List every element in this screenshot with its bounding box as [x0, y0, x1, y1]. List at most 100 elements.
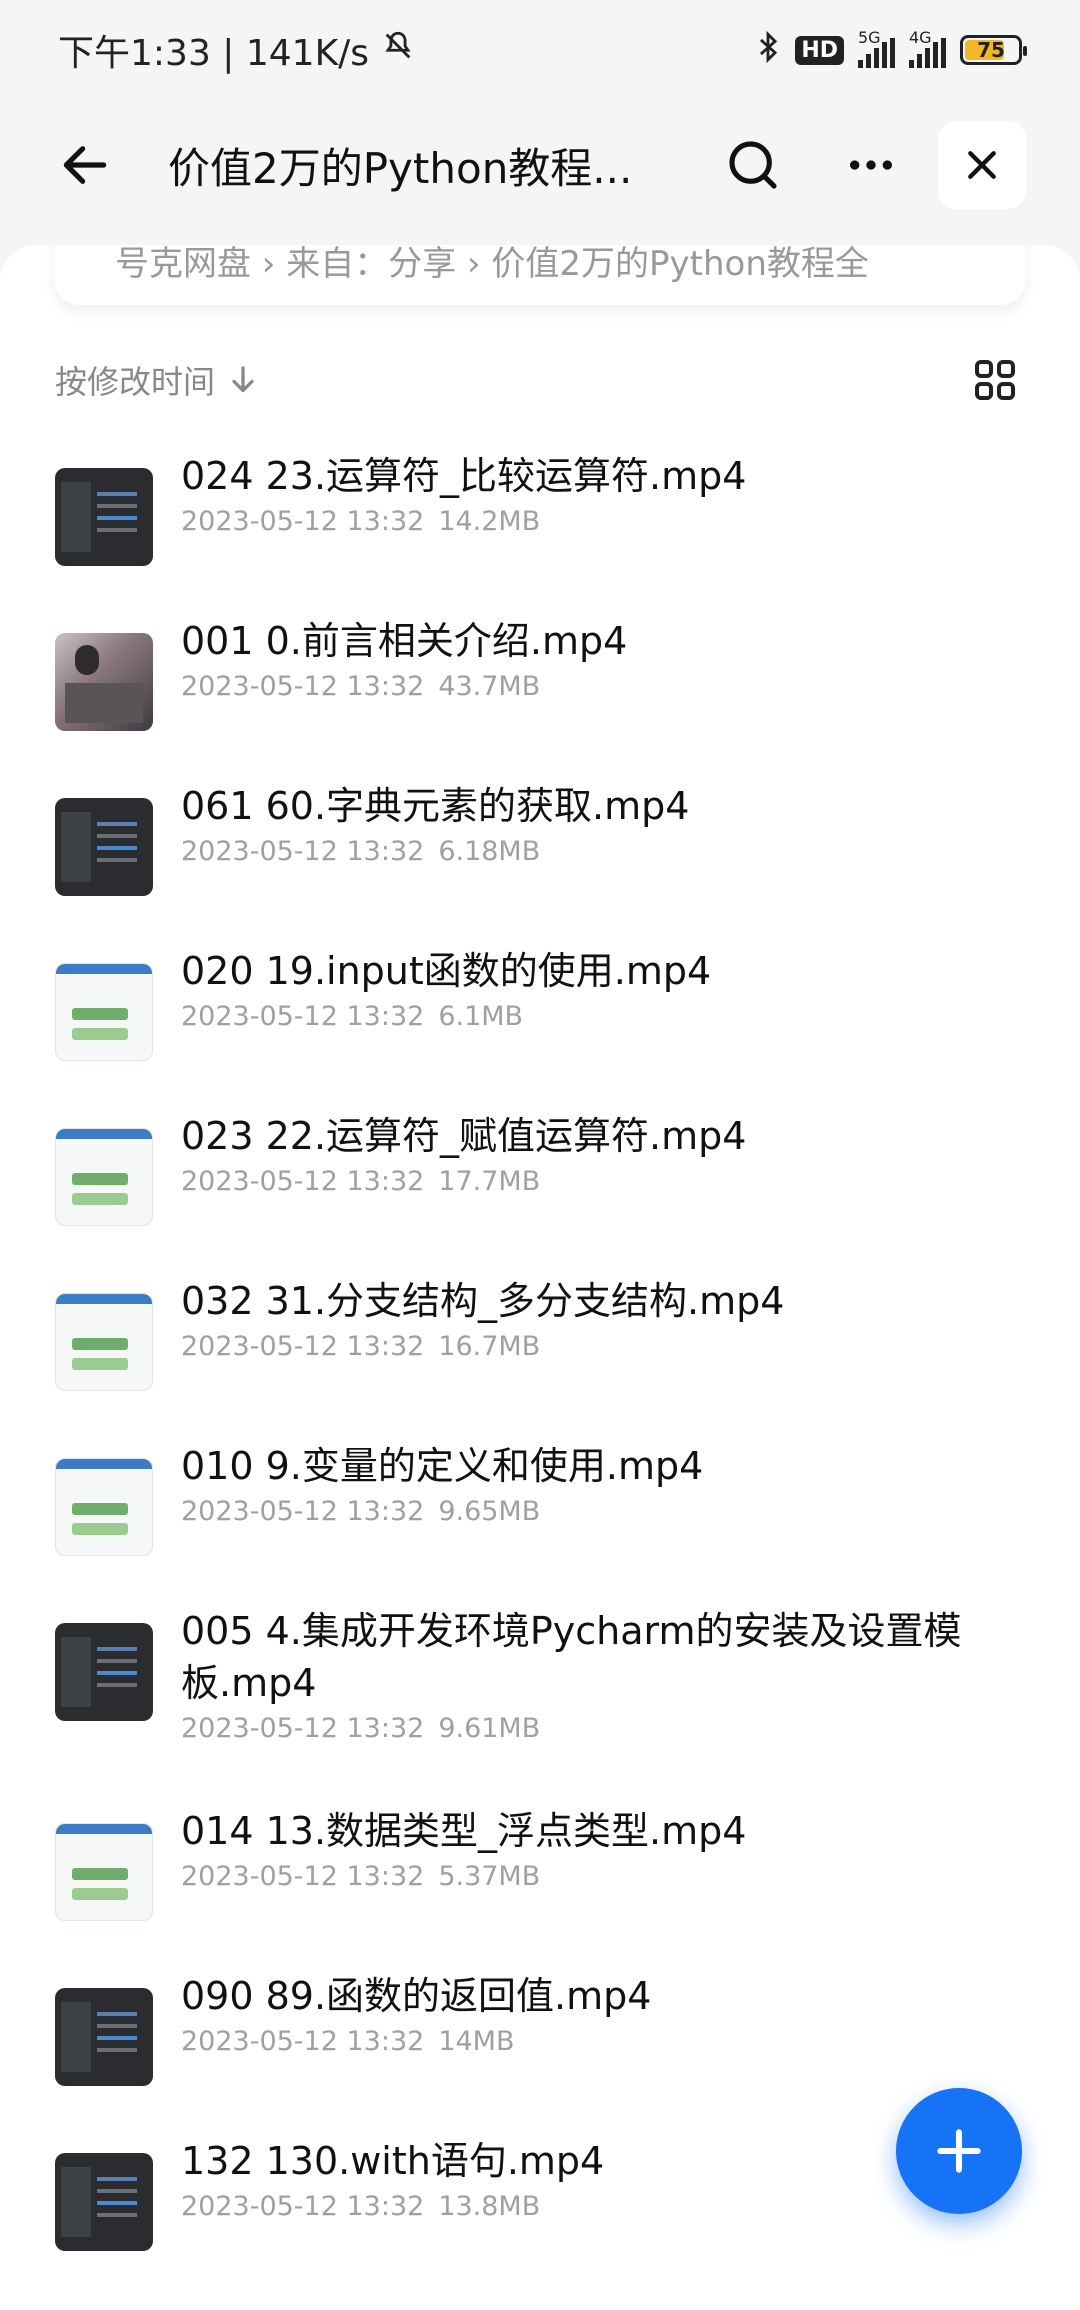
file-name: 020 19.input函数的使用.mp4	[181, 949, 712, 993]
file-size: 5.37MB	[438, 1861, 541, 1892]
file-row[interactable]: 061 60.字典元素的获取.mp4 2023-05-12 13:32 6.18MB	[0, 780, 1080, 945]
file-meta: 2023-05-12 13:32 6.18MB	[181, 836, 1080, 867]
file-row[interactable]: 023 22.运算符_赋值运算符.mp4 2023-05-12 13:32 17.7…	[0, 1110, 1080, 1275]
file-size: 9.65MB	[438, 1496, 541, 1527]
signal-4g-icon: 4G	[909, 28, 946, 68]
file-meta: 2023-05-12 13:32 17.7MB	[181, 1166, 1080, 1197]
file-date: 2023-05-12 13:32	[181, 2026, 425, 2057]
video-thumbnail	[55, 633, 153, 731]
file-row[interactable]: 001 0.前言相关介绍.mp4 2023-05-12 13:32 43.7MB	[0, 615, 1080, 780]
close-button[interactable]	[938, 121, 1026, 209]
file-list: 024 23.运算符_比较运算符.mp4 2023-05-12 13:32 14.2…	[0, 450, 1080, 2300]
file-name: 090 89.函数的返回值.mp4	[181, 1974, 652, 2018]
file-date: 2023-05-12 13:32	[181, 1713, 425, 1744]
page-title: 价值2万的Python教程...	[168, 143, 633, 193]
add-button[interactable]	[896, 2088, 1022, 2214]
file-text: 020 19.input函数的使用.mp4 2023-05-12 13:32 6.1…	[181, 945, 1080, 1032]
signal-5g-label: 5G	[858, 28, 881, 47]
file-date: 2023-05-12 13:32	[181, 1331, 425, 1362]
file-meta: 2023-05-12 13:32 6.1MB	[181, 1001, 1080, 1032]
file-name: 005 4.集成开发环境Pycharm的安装及设置模板.mp4	[181, 1609, 962, 1705]
battery-level: 75	[977, 38, 1005, 62]
back-button[interactable]	[40, 120, 130, 210]
file-text: 024 23.运算符_比较运算符.mp4 2023-05-12 13:32 14.2…	[181, 450, 1080, 537]
breadcrumb[interactable]: 号克网盘 › 来自：分享 › 价值2万的Python教程全	[55, 245, 1025, 305]
sort-row: 按修改时间	[55, 345, 1025, 415]
file-row[interactable]: 014 13.数据类型_浮点类型.mp4 2023-05-12 13:32 5.37…	[0, 1805, 1080, 1970]
video-thumbnail	[55, 1458, 153, 1556]
battery-icon: 75	[960, 35, 1027, 65]
file-date: 2023-05-12 13:32	[181, 836, 425, 867]
back-arrow-icon	[63, 146, 107, 184]
file-name: 024 23.运算符_比较运算符.mp4	[181, 454, 747, 498]
video-thumbnail	[55, 798, 153, 896]
file-row[interactable]: 024 23.运算符_比较运算符.mp4 2023-05-12 13:32 14.2…	[0, 450, 1080, 615]
file-name: 001 0.前言相关介绍.mp4	[181, 619, 628, 663]
video-thumbnail	[55, 963, 153, 1061]
file-date: 2023-05-12 13:32	[181, 1496, 425, 1527]
video-thumbnail	[55, 1128, 153, 1226]
file-name: 032 31.分支结构_多分支结构.mp4	[181, 1279, 785, 1323]
search-icon	[729, 141, 777, 189]
file-size: 6.1MB	[438, 1001, 524, 1032]
file-row[interactable]: 005 4.集成开发环境Pycharm的安装及设置模板.mp4 2023-05-1…	[0, 1605, 1080, 1805]
file-size: 17.7MB	[438, 1166, 541, 1197]
file-meta: 2023-05-12 13:32 9.65MB	[181, 1496, 1080, 1527]
file-text: 090 89.函数的返回值.mp4 2023-05-12 13:32 14MB	[181, 1970, 1080, 2057]
file-size: 13.8MB	[438, 2191, 541, 2222]
sort-label: 按修改时间	[55, 363, 216, 401]
arrow-down-icon	[232, 366, 254, 393]
file-meta: 2023-05-12 13:32 9.61MB	[181, 1713, 1080, 1744]
video-thumbnail	[55, 2153, 153, 2251]
hd-badge: HD	[795, 35, 844, 65]
more-button[interactable]	[826, 120, 916, 210]
file-name: 061 60.字典元素的获取.mp4	[181, 784, 690, 828]
file-date: 2023-05-12 13:32	[181, 2191, 425, 2222]
sort-button[interactable]: 按修改时间	[55, 357, 261, 403]
plus-icon	[937, 2129, 981, 2173]
app-bar: 价值2万的Python教程...	[0, 100, 1080, 230]
file-date: 2023-05-12 13:32	[181, 1001, 425, 1032]
status-left: 下午1:33 | 141K/s	[58, 24, 415, 76]
file-meta: 2023-05-12 13:32 14MB	[181, 2026, 1080, 2057]
file-date: 2023-05-12 13:32	[181, 671, 425, 702]
file-name: 023 22.运算符_赋值运算符.mp4	[181, 1114, 747, 1158]
file-size: 14.2MB	[438, 506, 541, 537]
file-size: 14MB	[438, 2026, 515, 2057]
content-sheet: 号克网盘 › 来自：分享 › 价值2万的Python教程全 按修改时间 024 …	[0, 245, 1080, 2310]
file-date: 2023-05-12 13:32	[181, 1166, 425, 1197]
bluetooth-icon	[755, 30, 781, 71]
file-name: 014 13.数据类型_浮点类型.mp4	[181, 1809, 747, 1853]
status-right: HD 5G 4G 75	[755, 28, 1027, 71]
file-text: 032 31.分支结构_多分支结构.mp4 2023-05-12 13:32 16.…	[181, 1275, 1080, 1362]
grid-view-icon	[975, 360, 1015, 400]
video-thumbnail	[55, 468, 153, 566]
file-size: 9.61MB	[438, 1713, 541, 1744]
video-thumbnail	[55, 1623, 153, 1721]
video-thumbnail	[55, 1293, 153, 1391]
file-row[interactable]: 020 19.input函数的使用.mp4 2023-05-12 13:32 6.1…	[0, 945, 1080, 1110]
video-thumbnail	[55, 1823, 153, 1921]
file-text: 014 13.数据类型_浮点类型.mp4 2023-05-12 13:32 5.37…	[181, 1805, 1080, 1892]
file-size: 16.7MB	[438, 1331, 541, 1362]
more-icon	[850, 160, 892, 170]
file-date: 2023-05-12 13:32	[181, 506, 425, 537]
file-meta: 2023-05-12 13:32 16.7MB	[181, 1331, 1080, 1362]
file-row[interactable]: 032 31.分支结构_多分支结构.mp4 2023-05-12 13:32 16.…	[0, 1275, 1080, 1440]
grid-view-button[interactable]	[965, 350, 1025, 410]
file-meta: 2023-05-12 13:32 5.37MB	[181, 1861, 1080, 1892]
file-date: 2023-05-12 13:32	[181, 1861, 425, 1892]
file-meta: 2023-05-12 13:32 14.2MB	[181, 506, 1080, 537]
file-meta: 2023-05-12 13:32 43.7MB	[181, 671, 1080, 702]
search-button[interactable]	[708, 120, 798, 210]
close-icon	[968, 151, 996, 179]
file-row[interactable]: 010 9.变量的定义和使用.mp4 2023-05-12 13:32 9.65MB	[0, 1440, 1080, 1605]
status-time: 下午1:33 | 141K/s	[58, 33, 370, 74]
signal-5g-icon: 5G	[858, 28, 895, 68]
signal-4g-label: 4G	[909, 28, 932, 47]
file-size: 6.18MB	[438, 836, 541, 867]
file-size: 43.7MB	[438, 671, 541, 702]
video-thumbnail	[55, 1988, 153, 2086]
mute-icon	[381, 29, 415, 72]
file-text: 005 4.集成开发环境Pycharm的安装及设置模板.mp4 2023-05-1…	[181, 1605, 1080, 1744]
